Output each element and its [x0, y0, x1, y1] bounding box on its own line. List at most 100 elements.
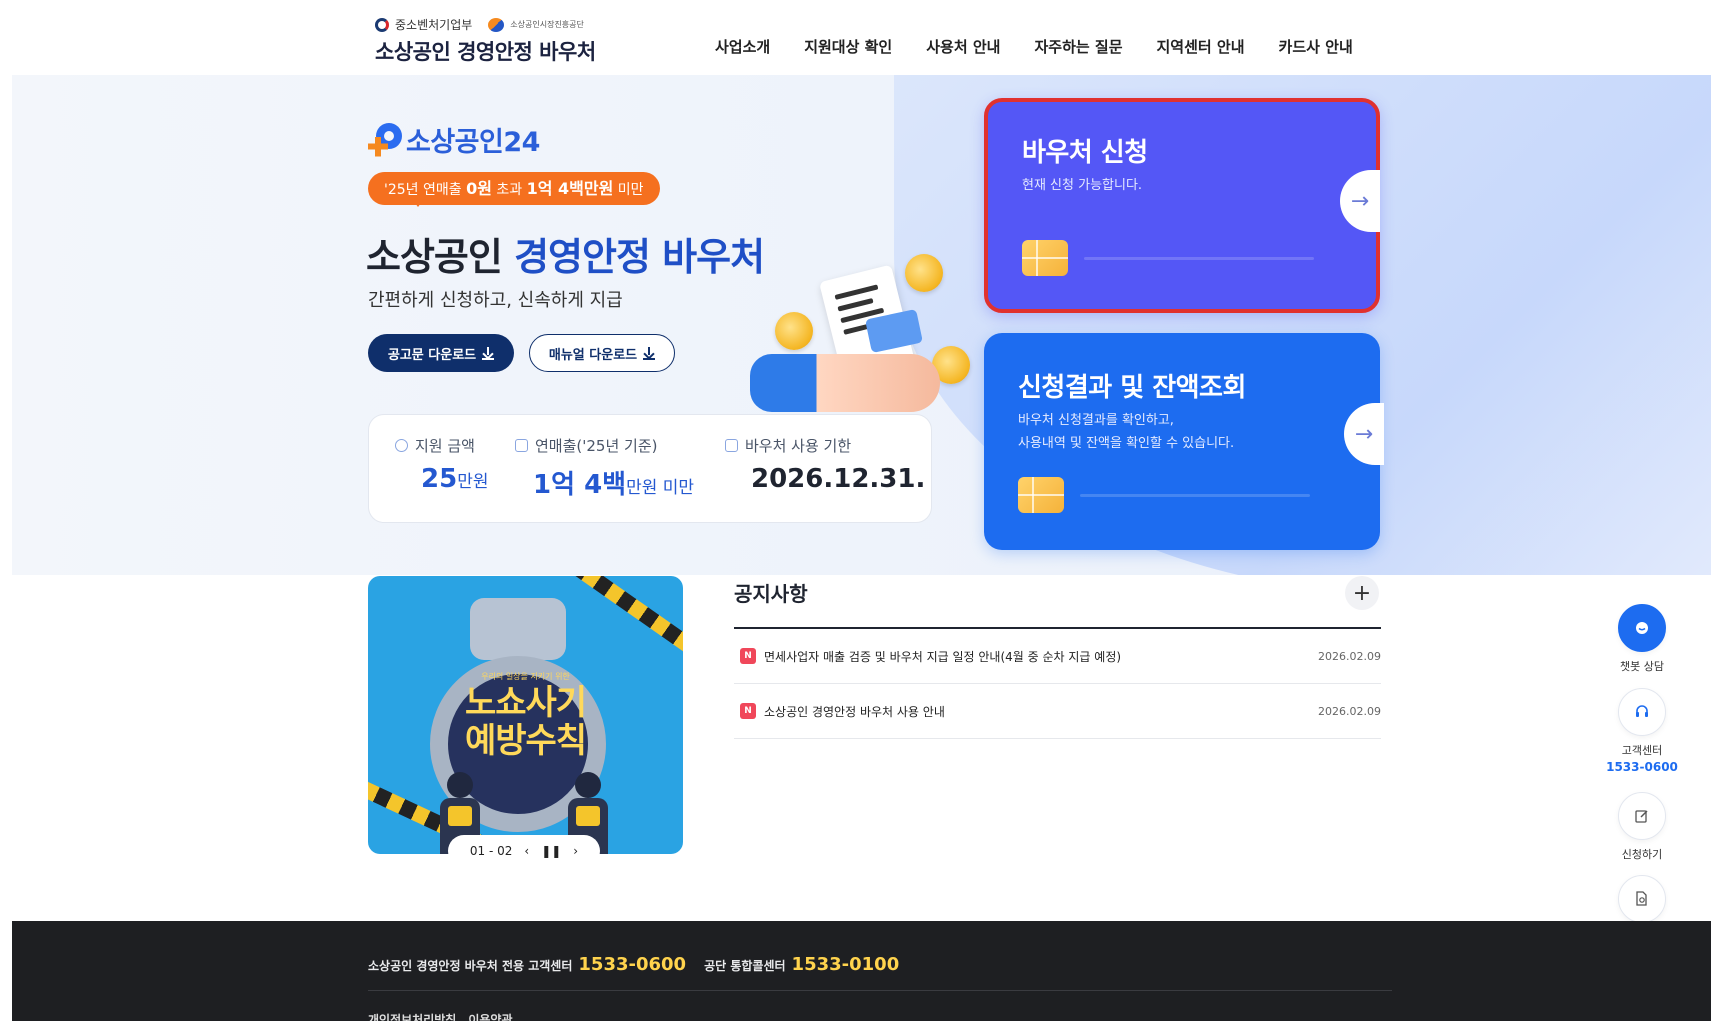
nav-item-eligibility[interactable]: 지원대상 확인 — [804, 36, 892, 57]
chatbot-label: 챗봇 상담 — [1620, 660, 1664, 673]
card-chip-icon — [1022, 240, 1068, 276]
info-value: 2026.12.31. — [751, 464, 926, 494]
result-card-desc-2: 사용내역 및 잔액을 확인할 수 있습니다. — [1018, 436, 1235, 451]
nav-item-faq[interactable]: 자주하는 질문 — [1034, 36, 1122, 57]
badge-mid: 초과 — [496, 182, 523, 198]
ministry-name: 중소벤처기업부 — [395, 18, 473, 32]
card-stripe — [1080, 494, 1310, 497]
new-badge: N — [740, 648, 756, 664]
quick-document — [1600, 875, 1684, 923]
footer-phone-voucher-center: 1533-0600 — [578, 954, 687, 975]
banner-title-line2: 예방수칙 — [464, 721, 587, 761]
download-icon — [643, 346, 656, 360]
notice-heading: 공지사항 — [734, 582, 808, 606]
result-card-title: 신청결과 및 잔액조회 — [1018, 373, 1246, 403]
quick-chatbot: 챗봇 상담 — [1600, 604, 1684, 674]
sbiz24-brand: 소상공인24 — [368, 120, 540, 159]
footer-label-voucher-center: 소상공인 경영안정 바우처 전용 고객센터 — [368, 959, 573, 973]
privacy-policy-link[interactable]: 개인정보처리방침 — [368, 1011, 456, 1021]
nav-item-intro[interactable]: 사업소개 — [715, 36, 770, 57]
coin-icon — [775, 312, 813, 350]
terms-link[interactable]: 이용약관 — [468, 1011, 512, 1021]
chevron-left-icon[interactable]: ‹ — [524, 844, 529, 858]
footer-links: 개인정보처리방침 이용약관 — [368, 1011, 513, 1021]
site-header: 중소벤처기업부 소상공인시장진흥공단 소상공인 경영안정 바우처 사업소개 지원… — [0, 0, 1711, 75]
coin-icon — [905, 254, 943, 292]
document-icon — [515, 439, 528, 452]
hand-icon — [750, 354, 940, 412]
voucher-apply-card[interactable]: 바우처 신청 현재 신청 가능합니다. → — [984, 98, 1380, 313]
site-logo[interactable]: 중소벤처기업부 소상공인시장진흥공단 소상공인 경영안정 바우처 — [375, 16, 596, 66]
customer-center-button[interactable] — [1618, 688, 1666, 736]
new-badge: N — [740, 703, 756, 719]
badge-suffix: 미만 — [617, 182, 644, 198]
quick-apply-label: 신청하기 — [1621, 848, 1663, 861]
customer-center-phone: 1533-0600 — [1606, 760, 1678, 774]
nav-item-regional-center[interactable]: 지역센터 안내 — [1157, 36, 1245, 57]
download-icon — [482, 346, 495, 360]
info-value: 25 — [421, 464, 458, 494]
chat-bubble-icon — [1636, 622, 1648, 634]
manual-download-label: 매뉴얼 다운로드 — [548, 347, 638, 363]
document-search-icon — [1636, 891, 1647, 906]
notice-date: 2026.02.09 — [1318, 704, 1381, 718]
info-support-amount: 지원 금액 25만원 — [395, 435, 488, 494]
coin-search-icon — [395, 439, 408, 452]
info-annual-sales: 연매출('25년 기준) 1억 4백만원 미만 — [515, 435, 694, 501]
badge-min-amount: 0원 — [466, 179, 492, 198]
sbiz24-brand-text: 소상공인24 — [406, 127, 540, 158]
nav-item-usage[interactable]: 사용처 안내 — [926, 36, 1000, 57]
info-label: 지원 금액 — [415, 437, 475, 455]
badge-max-amount: 1억 4백만원 — [526, 179, 614, 198]
info-value: 1억 4백 — [533, 470, 627, 500]
quick-customer-center: 고객센터 1533-0600 — [1600, 688, 1684, 774]
chevron-right-icon[interactable]: › — [573, 844, 578, 858]
info-usage-deadline: 바우처 사용 기한 2026.12.31. — [725, 435, 925, 494]
document-search-button[interactable] — [1618, 875, 1666, 923]
banner-page-indicator: 01 - 02 — [469, 844, 513, 858]
pause-icon[interactable]: ❚❚ — [541, 844, 561, 858]
info-label: 연매출('25년 기준) — [535, 437, 658, 455]
info-label: 바우처 사용 기한 — [745, 437, 852, 455]
ministry-logo-icon — [375, 17, 389, 32]
customer-center-label: 고객센터 — [1621, 744, 1663, 757]
footer-contacts: 소상공인 경영안정 바우처 전용 고객센터 1533-0600 공단 통합콜센터… — [368, 954, 911, 975]
notice-item[interactable]: N 소상공인 경영안정 바우처 사용 안내 2026.02.09 — [734, 684, 1381, 739]
sales-criteria-badge: '25년 연매출 0원 초과 1억 4백만원 미만 — [368, 172, 660, 207]
site-footer: 소상공인 경영안정 바우처 전용 고객센터 1533-0600 공단 통합콜센터… — [12, 921, 1711, 1021]
arrow-right-icon: → — [1340, 170, 1380, 232]
site-title: 소상공인 경영안정 바우처 — [375, 40, 596, 64]
info-unit: 만원 미만 — [626, 478, 695, 498]
arrow-right-icon: → — [1344, 403, 1384, 465]
banner-pager: 01 - 02 ‹ ❚❚ › — [448, 835, 600, 867]
agency-name: 소상공인시장진흥공단 — [510, 20, 584, 29]
headset-icon — [1636, 705, 1648, 717]
footer-divider — [368, 990, 1392, 991]
notice-more-plus-icon[interactable]: + — [1345, 576, 1379, 610]
banner-title: 노쇼사기 예방수칙 — [368, 684, 683, 760]
notice-download-button[interactable]: 공고문 다운로드 — [368, 334, 514, 372]
hero-title-plain: 소상공인 — [366, 235, 503, 279]
agency-logo-icon — [488, 17, 505, 32]
notice-title: 면세사업자 매출 검증 및 바우처 지급 일정 안내(4월 중 순차 지급 예정… — [764, 649, 1122, 664]
calendar-check-icon — [725, 439, 738, 452]
chatbot-button[interactable] — [1618, 604, 1666, 652]
main-nav: 사업소개 지원대상 확인 사용처 안내 자주하는 질문 지역센터 안내 카드사 … — [715, 36, 1353, 57]
handcuff-lock-icon — [470, 598, 566, 660]
nav-item-card-company[interactable]: 카드사 안내 — [1279, 36, 1353, 57]
banner-subtitle: 우리의 일상을 지키기 위한 — [481, 672, 570, 681]
footer-phone-callcenter: 1533-0100 — [791, 954, 900, 975]
card-stripe — [1084, 257, 1314, 260]
apply-card-desc: 현재 신청 가능합니다. — [1022, 178, 1143, 193]
notice-item[interactable]: N 면세사업자 매출 검증 및 바우처 지급 일정 안내(4월 중 순차 지급 … — [734, 629, 1381, 684]
quick-apply-button[interactable] — [1618, 792, 1666, 840]
manual-download-button[interactable]: 매뉴얼 다운로드 — [529, 334, 675, 372]
result-balance-card[interactable]: 신청결과 및 잔액조회 바우처 신청결과를 확인하고, 사용내역 및 잔액을 확… — [984, 333, 1384, 550]
notice-download-label: 공고문 다운로드 — [387, 347, 477, 363]
badge-prefix: '25년 연매출 — [384, 182, 462, 198]
voucher-info-card: 지원 금액 25만원 연매출('25년 기준) 1억 4백만원 미만 바우처 사… — [368, 414, 932, 523]
promo-banner[interactable]: 우리의 일상을 지키기 위한 노쇼사기 예방수칙 — [368, 576, 683, 854]
hero-title: 소상공인 경영안정 바우처 — [366, 226, 765, 281]
card-chip-icon — [1018, 477, 1064, 513]
result-card-desc-1: 바우처 신청결과를 확인하고, — [1018, 413, 1174, 428]
